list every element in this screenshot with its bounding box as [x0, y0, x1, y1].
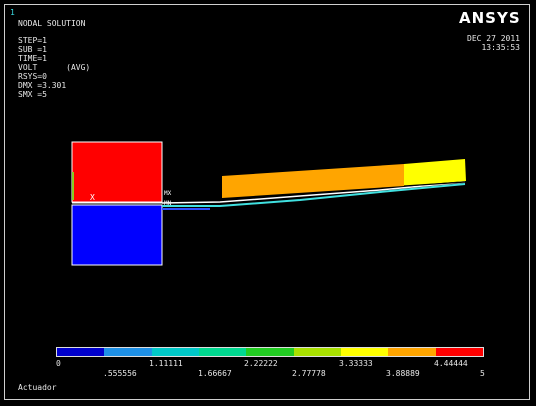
legend-top-label-2: 2.22222 — [244, 359, 278, 368]
legend-band-5 — [293, 348, 341, 356]
legend-bottom-label-1: 1.66667 — [198, 369, 232, 378]
legend-top-label-3: 3.33333 — [339, 359, 373, 368]
legend-band-3 — [198, 348, 247, 356]
legend-band-6 — [340, 348, 389, 356]
legend-band-2 — [151, 348, 199, 356]
actuator-yellow-tip — [404, 159, 466, 186]
marker-mx: MX — [164, 190, 172, 197]
legend-band-1 — [104, 348, 152, 356]
legend-bottom-label-2: 2.77778 — [292, 369, 326, 378]
lower-block — [71, 204, 163, 266]
upper-block — [71, 141, 163, 203]
legend-band-8 — [435, 348, 483, 356]
legend-top-label-0: 0 — [56, 359, 61, 368]
legend-band-7 — [388, 348, 436, 356]
model-viewport[interactable]: X MX MN — [0, 0, 536, 406]
legend-band-0 — [57, 348, 105, 356]
legend-top-label-1: 1.11111 — [149, 359, 183, 368]
legend-bottom-label-0: .555556 — [103, 369, 137, 378]
contour-legend-bar — [56, 347, 484, 357]
legend-top-label-4: 4.44444 — [434, 359, 468, 368]
model-title: Actuador — [18, 383, 57, 392]
legend-band-4 — [246, 348, 294, 356]
marker-mn: MN — [164, 200, 172, 207]
legend-bottom-label-3: 3.88889 — [386, 369, 420, 378]
legend-bottom-label-4: 5 — [480, 369, 485, 378]
marker-x: X — [90, 193, 95, 202]
